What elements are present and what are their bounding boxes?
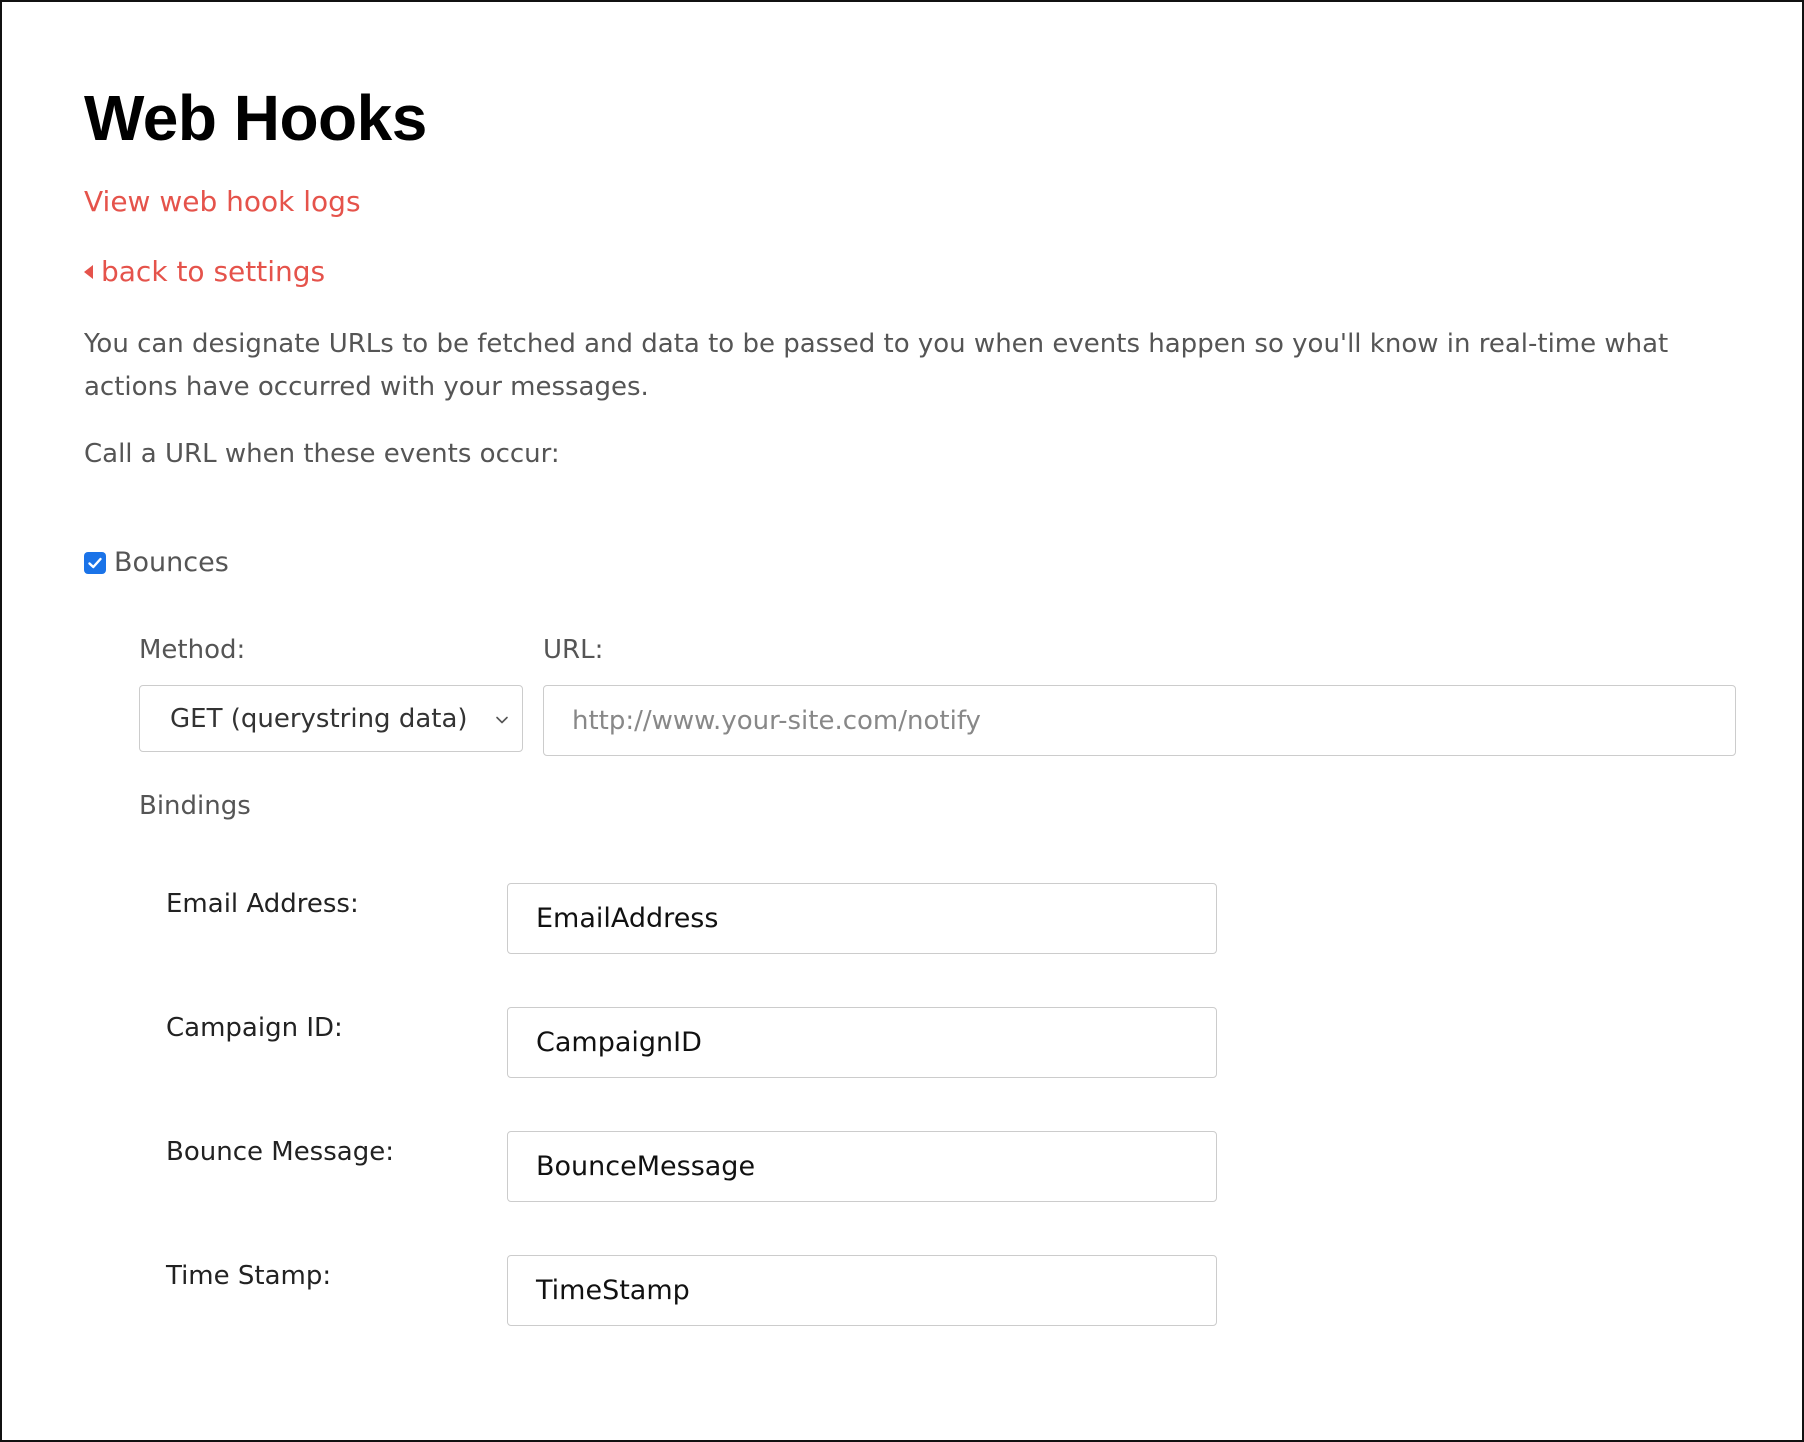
- url-label: URL:: [543, 635, 604, 665]
- binding-input-time-stamp[interactable]: TimeStamp: [507, 1255, 1217, 1326]
- bounces-checkbox[interactable]: [84, 551, 106, 574]
- page-frame: Web Hooks View web hook logs back to set…: [0, 0, 1804, 1442]
- back-to-settings-label: back to settings: [101, 255, 326, 288]
- call-prompt: Call a URL when these events occur:: [84, 439, 560, 469]
- method-label: Method:: [139, 635, 246, 665]
- checkmark-icon: [88, 557, 102, 568]
- binding-label-campaign-id: Campaign ID:: [166, 1013, 343, 1043]
- bounces-label: Bounces: [114, 547, 229, 578]
- binding-value: EmailAddress: [536, 903, 719, 934]
- binding-input-campaign-id[interactable]: CampaignID: [507, 1007, 1217, 1078]
- binding-input-email-address[interactable]: EmailAddress: [507, 883, 1217, 954]
- method-select-value: GET (querystring data): [170, 703, 468, 734]
- method-select[interactable]: GET (querystring data): [139, 685, 523, 752]
- binding-input-bounce-message[interactable]: BounceMessage: [507, 1131, 1217, 1202]
- page-title: Web Hooks: [84, 82, 427, 154]
- back-to-settings-link[interactable]: back to settings: [84, 252, 325, 292]
- binding-value: TimeStamp: [536, 1275, 690, 1306]
- binding-label-time-stamp: Time Stamp:: [166, 1261, 332, 1291]
- bounces-option[interactable]: Bounces: [84, 547, 229, 578]
- bindings-heading: Bindings: [139, 791, 251, 821]
- binding-label-bounce-message: Bounce Message:: [166, 1137, 394, 1167]
- url-input-placeholder: http://www.your-site.com/notify: [572, 705, 981, 736]
- url-input[interactable]: http://www.your-site.com/notify: [543, 685, 1736, 756]
- binding-label-email-address: Email Address:: [166, 889, 359, 919]
- binding-value: BounceMessage: [536, 1151, 756, 1182]
- caret-left-icon: [84, 265, 93, 279]
- view-logs-link[interactable]: View web hook logs: [84, 182, 361, 222]
- binding-value: CampaignID: [536, 1027, 702, 1058]
- intro-description: You can designate URLs to be fetched and…: [84, 329, 1669, 402]
- chevron-down-icon: [496, 716, 508, 724]
